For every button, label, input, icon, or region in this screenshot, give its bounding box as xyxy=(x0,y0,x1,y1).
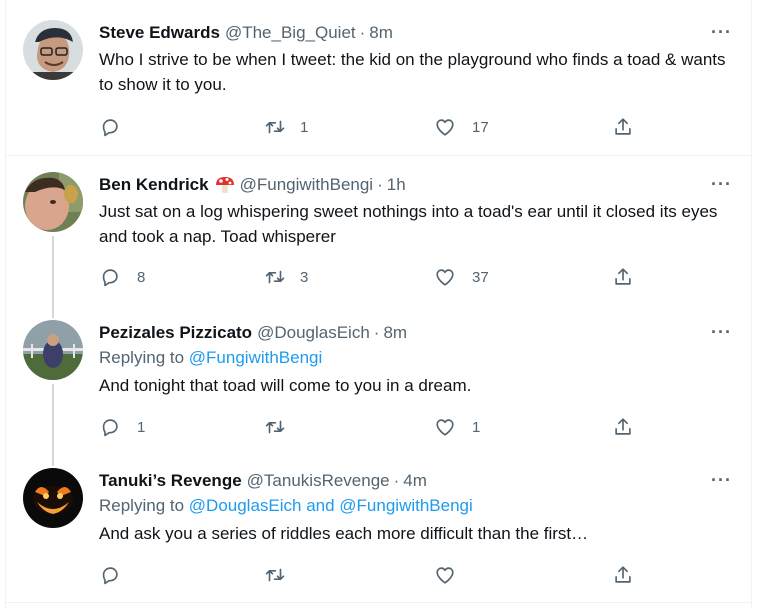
share-button[interactable] xyxy=(612,564,634,586)
username[interactable]: @DouglasEich xyxy=(257,323,370,343)
thread-line xyxy=(52,384,54,452)
retweet-icon xyxy=(265,420,285,434)
share-button[interactable] xyxy=(612,116,634,138)
mushroom-icon xyxy=(215,175,235,195)
thread-line xyxy=(52,452,54,466)
replying-to: Replying to @DouglasEich and @FungiwithB… xyxy=(99,495,732,517)
avatar-pezizales-pizzicato[interactable] xyxy=(23,320,83,380)
like-button[interactable]: 17 xyxy=(434,116,489,138)
avatar-ben-kendrick[interactable] xyxy=(23,172,83,232)
display-name[interactable]: Ben Kendrick xyxy=(99,175,209,195)
separator-dot: · xyxy=(377,175,383,194)
tweet-text: Just sat on a log whispering sweet nothi… xyxy=(99,202,718,246)
replying-to: Replying to @FungiwithBengi xyxy=(99,347,732,369)
reply-button[interactable] xyxy=(99,564,137,586)
avatar-steve-edwards[interactable] xyxy=(23,20,83,80)
share-button[interactable] xyxy=(612,266,634,288)
tweet-ben-kendrick[interactable]: Ben Kendrick @FungiwithBengi · 1h ··· Ju… xyxy=(5,156,752,304)
like-count: 37 xyxy=(472,268,489,286)
replying-to-link[interactable]: @DouglasEich and @FungiwithBengi xyxy=(189,496,473,515)
like-count: 17 xyxy=(472,118,489,136)
tweet-header: Steve Edwards @The_Big_Quiet · 8m xyxy=(99,22,732,44)
like-button[interactable]: 37 xyxy=(434,266,489,288)
reply-count: 1 xyxy=(137,418,146,436)
thread-line xyxy=(52,304,54,318)
share-icon xyxy=(615,418,631,435)
tweet-divider xyxy=(5,602,752,603)
reply-icon xyxy=(102,119,118,137)
retweet-button[interactable] xyxy=(264,564,302,586)
separator-dot: · xyxy=(373,323,380,342)
like-button[interactable] xyxy=(434,564,472,586)
retweet-count: 1 xyxy=(300,118,309,136)
username[interactable]: @FungiwithBengi xyxy=(240,175,374,195)
replying-to-label: Replying to xyxy=(99,348,189,367)
tweet-text: Who I strive to be when I tweet: the kid… xyxy=(99,50,726,94)
share-icon xyxy=(615,118,631,135)
heart-icon xyxy=(436,119,454,136)
share-icon xyxy=(615,268,631,285)
retweet-icon xyxy=(265,120,285,134)
display-name[interactable]: Steve Edwards xyxy=(99,23,220,43)
reply-button[interactable] xyxy=(99,116,137,138)
reply-count: 8 xyxy=(137,268,146,286)
retweet-icon xyxy=(265,568,285,582)
display-name[interactable]: Tanuki’s Revenge xyxy=(99,471,242,491)
like-count: 1 xyxy=(472,418,481,436)
retweet-button[interactable]: 3 xyxy=(264,266,308,288)
thread-line xyxy=(52,236,54,304)
separator-dot: · xyxy=(393,471,400,490)
reply-button[interactable]: 8 xyxy=(99,266,145,288)
retweet-button[interactable] xyxy=(264,416,302,438)
heart-icon xyxy=(436,419,454,436)
timestamp[interactable]: 8m xyxy=(383,323,407,343)
timestamp[interactable]: 4m xyxy=(403,471,427,491)
display-name[interactable]: Pezizales Pizzicato xyxy=(99,323,252,343)
tweet-header: Pezizales Pizzicato @DouglasEich · 8m xyxy=(99,322,732,344)
more-options-icon[interactable]: ··· xyxy=(711,174,732,195)
replying-to-label: Replying to xyxy=(99,496,189,515)
tweet-header: Tanuki’s Revenge @TanukisRevenge · 4m xyxy=(99,470,732,492)
timestamp[interactable]: 8m xyxy=(369,23,393,43)
retweet-icon xyxy=(265,270,285,284)
share-button[interactable] xyxy=(612,416,634,438)
username[interactable]: @The_Big_Quiet xyxy=(225,23,356,43)
replying-to-link[interactable]: @FungiwithBengi xyxy=(189,348,323,367)
separator-dot: · xyxy=(359,23,366,42)
tweet-header: Ben Kendrick @FungiwithBengi · 1h xyxy=(99,174,732,196)
tweet-text: And tonight that toad will come to you i… xyxy=(99,376,472,395)
username[interactable]: @TanukisRevenge xyxy=(247,471,390,491)
more-options-icon[interactable]: ··· xyxy=(711,22,732,43)
reply-icon xyxy=(102,567,118,585)
tweet-tanukis-revenge[interactable]: Tanuki’s Revenge @TanukisRevenge · 4m ··… xyxy=(5,452,752,602)
timestamp[interactable]: 1h xyxy=(387,175,406,195)
heart-icon xyxy=(436,567,454,584)
more-options-icon[interactable]: ··· xyxy=(711,470,732,491)
tweet-text: And ask you a series of riddles each mor… xyxy=(99,524,589,543)
reply-button[interactable]: 1 xyxy=(99,416,145,438)
tweet-steve-edwards[interactable]: Steve Edwards @The_Big_Quiet · 8m ··· Wh… xyxy=(5,0,752,155)
like-button[interactable]: 1 xyxy=(434,416,480,438)
tweet-pezizales-pizzicato[interactable]: Pezizales Pizzicato @DouglasEich · 8m ··… xyxy=(5,304,752,452)
share-icon xyxy=(615,566,631,583)
heart-icon xyxy=(436,269,454,286)
retweet-button[interactable]: 1 xyxy=(264,116,308,138)
reply-icon xyxy=(102,269,118,287)
reply-icon xyxy=(102,419,118,437)
more-options-icon[interactable]: ··· xyxy=(711,322,732,343)
avatar-tanukis-revenge[interactable] xyxy=(23,468,83,528)
retweet-count: 3 xyxy=(300,268,309,286)
